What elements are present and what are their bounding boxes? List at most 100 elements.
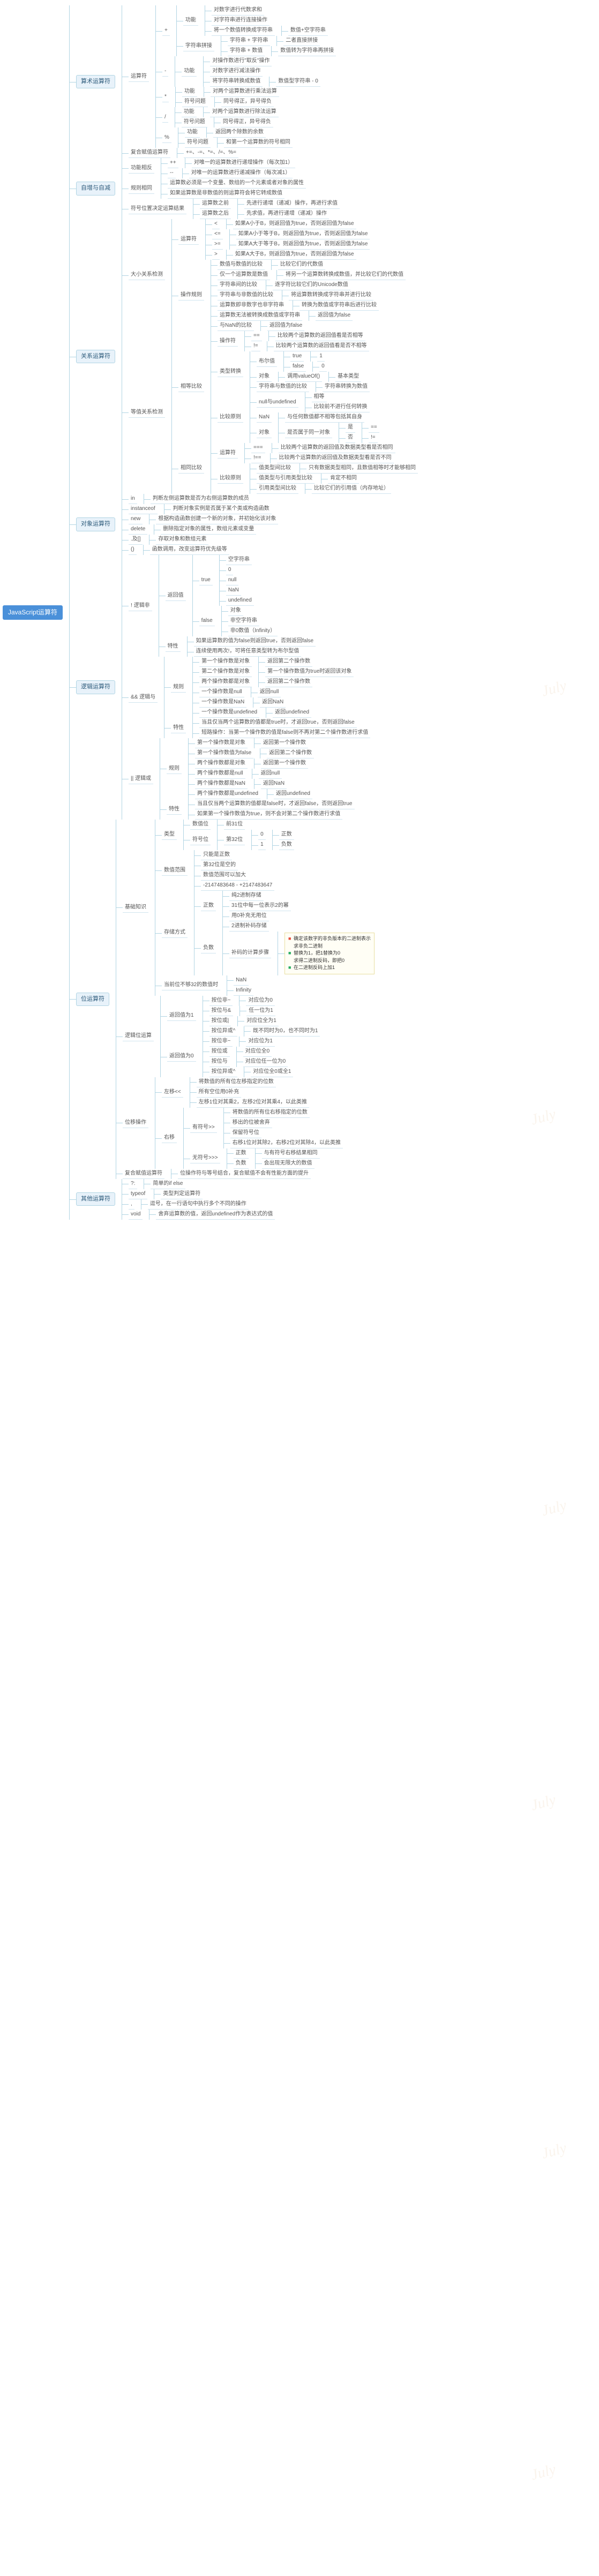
eqtype[interactable]: 类型转换 布尔值 true1 false0 对象调用valueOf()基本类型 … [211,351,379,392]
typeof[interactable]: typeof类型判定运算符 [122,1189,275,1199]
fn[interactable]: ()函数调用，改变运算符优先级等 [122,545,278,555]
eqop-op[interactable]: 操作符 ==比较两个运算数的返回值看是否相等 !=比较两个运算数的返回值看是否不… [211,331,379,351]
eq1[interactable]: ==比较两个运算数的返回值看是否相等 [245,331,369,341]
op-div[interactable]: / 功能对两个运算数进行除法运算 符号问题同号得正，异号得负 [156,107,336,127]
mul-fn[interactable]: 功能对两个运算数进行乘法运算 [176,87,279,97]
lz2[interactable]: 按位或对应位全0 [203,1047,294,1057]
o3[interactable]: 两个操作数都是对象返回第一个操作数 [189,758,314,769]
eqrule[interactable]: 比较原则 null与undefined相等比较前不进行任何转换 NaN与任何数值… [211,392,379,443]
le[interactable]: <=如果A小于等于B，则返回值为true，否则返回值为false [206,229,370,239]
not-sp[interactable]: 特性 如果运算数的值为false则返回true，否则返回false 连续使用两次… [159,636,316,657]
ln1[interactable]: 按位非~对应位为0 [203,996,320,1006]
bool-t[interactable]: true1 [284,351,327,362]
a1[interactable]: 第一个操作数是对象返回第二个操作数 [193,657,354,667]
or-rule[interactable]: 规则 第一个操作数是对象返回第一个操作数 第一个操作数值为false返回第二个操… [160,738,354,799]
incdec-rule[interactable]: 规则相同 运算数必须是一个变量、数组的一个元素或者对象的属性 如果运算数是非数值… [122,178,340,199]
er3[interactable]: 对象是否属于同一对象是==否!= [250,423,379,443]
ln3[interactable]: 按位或|对应位全为1 [203,1016,320,1026]
plus-fn[interactable]: 功能 对数字进行代数求和 对字符串进行连接操作 将一个数值转换成字符串数值+空字… [177,5,336,36]
comma[interactable]: ,逗号，在一行语句中执行多个不同的操作 [122,1199,275,1210]
eq2[interactable]: !=比较两个运算数的返回值看是否不相等 [245,341,369,351]
lnot-r[interactable]: 返回值为1 按位非~对应位为0 按位与&任一位为1 按位或|对应位全为1 按位异… [161,996,320,1037]
op-mul[interactable]: * 功能对两个运算数进行乘法运算 符号问题同号得正，异号得负 [156,87,336,107]
or-sp[interactable]: 特性 当且仅当两个运算数的值都是false时，才返回false，否则返回true… [160,799,354,820]
minus-fn[interactable]: 功能 对操作数进行"取反"操作 对数字进行减法操作 将字符串转换成数值数值型字符… [175,56,320,87]
sr-u[interactable]: 无符号>>> 正数与有符号右移结果相同 负数会出现无限大的数值 [184,1148,343,1169]
a2[interactable]: 第二个操作数是对象第一个操作数值为true时返回该对象 [193,667,354,677]
er3a1[interactable]: 是== [339,423,379,433]
r4[interactable]: 字符串与非数值的比较将运算数转换成字符串并进行比较 [211,290,406,301]
sr[interactable]: 右移 有符号>> 将数值的所有位右移指定的位数 移出的位被舍弃 保留符号位 右移… [155,1108,343,1169]
er3a2[interactable]: 否!= [339,433,379,443]
op-minus[interactable]: - 功能 对操作数进行"取反"操作 对数字进行减法操作 将字符串转换成数值数值型… [156,56,336,87]
er1[interactable]: null与undefined相等比较前不进行任何转换 [250,392,379,412]
rel-size[interactable]: 大小关系检测 运算符 <如果A小于B，则返回值为true，否则返回值为false… [122,219,418,331]
r2[interactable]: 仅一个运算数是数值将另一个运算数转换成数值，并比较它们的代数值 [211,270,406,280]
del[interactable]: delete删除指定对象的属性，数组元素或变量 [122,524,278,535]
o6[interactable]: 两个操作数都是undefined返回undefined [189,789,314,799]
lz1[interactable]: 按位非~对应位为1 [203,1037,294,1047]
a5[interactable]: 一个操作数是NaN返回NaN [193,697,354,708]
same[interactable]: 相同比较 运算符 ===比较两个运算数的返回值及数据类型看是否相同 !==比较两… [172,443,418,494]
not[interactable]: ! 逻辑非 返回值 true 空字符串 0 null NaN undefined… [122,555,370,657]
r7[interactable]: 与NaN的比较返回值为false [211,321,406,331]
concat2[interactable]: 字符串 + 数值数值转为字符串再拼接 [221,46,336,56]
bit-cbit[interactable]: 复合赋值运算符位操作符与等号结合，复合赋值不会有性能方面的提升 [116,1169,375,1179]
new[interactable]: new根据构造函数创建一个新的对象，并初始化该对象 [122,514,278,524]
t1[interactable]: 数值位前31位 [184,820,294,830]
and-rule[interactable]: 规则 第一个操作数是对象返回第二个操作数 第二个操作数是对象第一个操作数值为tr… [164,657,370,718]
root-node[interactable]: JavaScript运算符 算术运算符 运算符 + 功能 对数字进行代数求和 对… [3,5,599,1220]
rel-op[interactable]: 运算符 <如果A小于B，则返回值为true，否则返回值为false <=如果A小… [172,219,406,260]
mod-fn[interactable]: 功能返回两个除数的余数 [178,127,293,138]
branch-bitwise[interactable]: 位运算符 基础知识 类型 数值位前31位 符号位第32位0正数1负数 数值范围 … [70,820,418,1179]
branch-object[interactable]: 对象运算符 in判断左侧运算数是否为右侧运算数的成员 instanceof判断对… [70,494,418,555]
sr-u2[interactable]: 负数会出现无限大的数值 [227,1159,320,1169]
branch-arithmetic[interactable]: 算术运算符 运算符 + 功能 对数字进行代数求和 对字符串进行连接操作 将一个数… [70,5,418,158]
and-sp[interactable]: 特性 当且仅当两个运算数的值都是true时，才返回true，否则返回false … [164,718,370,738]
o4[interactable]: 两个操作数都是null返回null [189,769,314,779]
sr1[interactable]: 值类型间比较只有数据类型相同，且数值相等时才能够相同 [250,463,418,474]
iof[interactable]: instanceof判断对象实例是否属于某个类或构造函数 [122,504,278,514]
div-fn[interactable]: 功能对两个运算数进行除法运算 [175,107,279,117]
incdec-seg[interactable]: 功能相反 ++对唯一的运算数进行递增操作（每次加1） --对唯一的运算数进行递减… [122,158,340,178]
seg1[interactable]: ++对唯一的运算数进行递增操作（每次加1） [161,158,295,168]
bit-neg[interactable]: 负数 2进制补码存储 补码的计算步骤 ■确定该数字的非负版本的二进制表示 求非负… [194,921,375,975]
arith-ops[interactable]: 运算符 + 功能 对数字进行代数求和 对字符串进行连接操作 将一个数值转换成字符… [122,5,336,148]
mod-sign[interactable]: 符号问题和第一个运算数的符号相同 [178,138,293,148]
rel-rules[interactable]: 操作规则 数值与数值的比较比较它们的代数值 仅一个运算数是数值将另一个运算数转换… [172,260,406,331]
in[interactable]: in判断左侧运算数是否为右侧运算数的成员 [122,494,278,504]
ln2[interactable]: 按位与&任一位为1 [203,1006,320,1016]
t2a[interactable]: 第32位0正数1负数 [218,830,294,850]
bool[interactable]: 布尔值 true1 false0 [250,351,370,372]
t2[interactable]: 符号位第32位0正数1负数 [184,830,294,850]
sr3[interactable]: 引用类型间比较比较它们的引用值（内存地址） [250,484,418,494]
neg2[interactable]: 补码的计算步骤 ■确定该数字的非负版本的二进制表示 求非负二进制 ■替换为1，把… [223,932,375,975]
bit-store[interactable]: 存储方式 正数 纯2进制存储 31位中每一位表示2的幂 用0补充无用位 负数 2… [155,891,375,975]
seg2[interactable]: --对唯一的运算数进行递减操作（每次减1） [161,168,295,178]
not-f[interactable]: false 对象 非空字符串 非0数值（Infinity） [193,606,278,636]
o2[interactable]: 第一个操作数值为false返回第二个操作数 [189,748,314,758]
lz3[interactable]: 按位与对应位任一位为0 [203,1057,294,1067]
branch-other[interactable]: 其他运算符 ?:简单的if else typeof类型判定运算符 ,逗号，在一行… [70,1179,418,1220]
mul-sign[interactable]: 符号问题同号得正，异号得负 [176,97,279,107]
bit-nan[interactable]: 当前位不够32的数值时 NaN Infinity [155,975,375,996]
pos1[interactable]: 运算数之前先进行递增（递减）操作，再进行求值 [193,199,340,209]
div-sign[interactable]: 符号问题同号得正，异号得负 [175,117,279,127]
incdec-pos[interactable]: 符号位置决定运算结果 运算数之前先进行递增（递减）操作，再进行求值 运算数之后先… [122,199,340,219]
sr-s[interactable]: 有符号>> 将数值的所有位右移指定的位数 移出的位被舍弃 保留符号位 右移1位对… [184,1108,343,1148]
a6[interactable]: 一个操作数是undefined返回undefined [193,708,354,718]
er2[interactable]: NaN与任何数值都不相等包括其自身 [250,412,379,423]
minus-f3[interactable]: 将字符串转换成数值数值型字符串 - 0 [204,77,320,87]
bit-lnot[interactable]: 逻辑位运算 返回值为1 按位非~对应位为0 按位与&任一位为1 按位或|对应位全… [116,996,375,1077]
lt[interactable]: <如果A小于B，则返回值为true，否则返回值为false [206,219,370,229]
lz4[interactable]: 按位异或^对应位全0或全1 [203,1067,294,1077]
not-ret[interactable]: 返回值 true 空字符串 0 null NaN undefined false… [159,555,316,636]
not-t[interactable]: true 空字符串 0 null NaN undefined [193,555,278,606]
pos2[interactable]: 运算数之后先求值，再进行递增（递减）操作 [193,209,340,219]
er3a[interactable]: 是否属于同一对象是==否!= [279,423,379,443]
str[interactable]: 字符串与数值的比较字符串转换为数值 [250,382,370,392]
obj[interactable]: 对象调用valueOf()基本类型 [250,372,370,382]
plus-concat[interactable]: 字符串拼接 字符串 + 字符串二者直接拼接 字符串 + 数值数值转为字符串再拼接 [177,36,336,56]
arith-compound[interactable]: 复合赋值运算符+=、-=、*=、/=、%= [122,148,336,158]
r6[interactable]: 运算数无法被转换成数值或字符串返回值为false [211,311,406,321]
